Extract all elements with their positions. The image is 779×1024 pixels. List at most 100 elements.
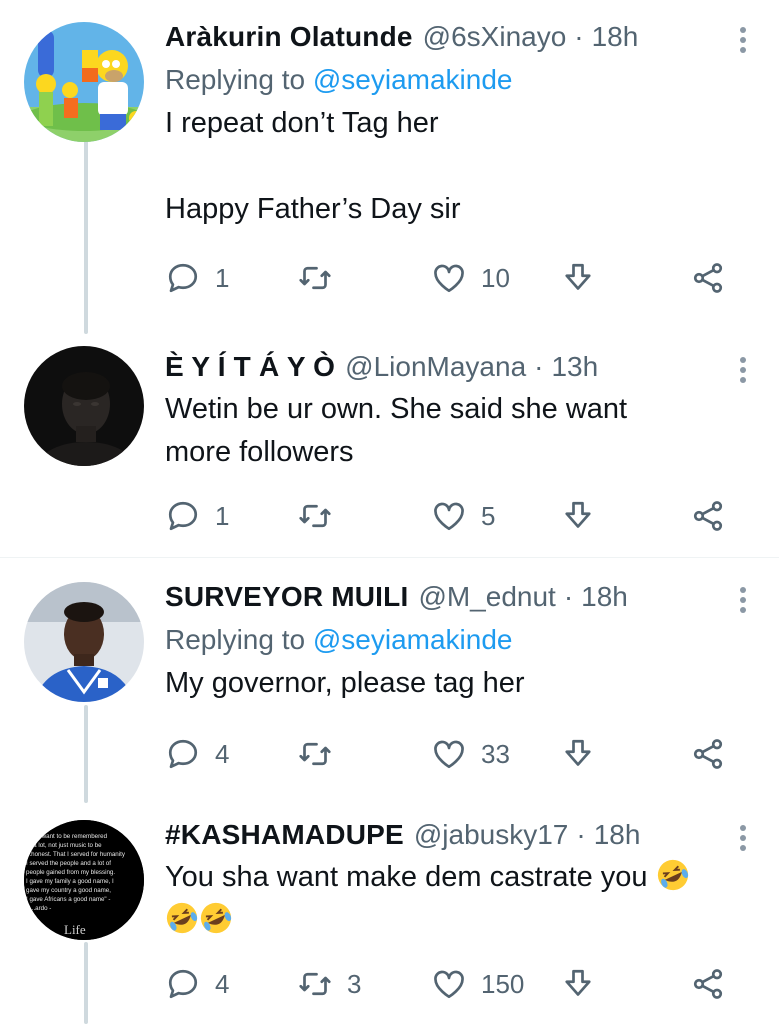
tweet-text: I repeat don’t Tag her Happy Father’s Da… [165, 102, 749, 231]
tweet-text-line: more followers [165, 436, 354, 468]
retweet-button[interactable] [297, 494, 333, 538]
like-count: 5 [481, 500, 496, 531]
retweet-icon [299, 266, 331, 290]
reply-button[interactable]: 1 [165, 494, 229, 538]
cartoon-family-avatar-icon [24, 22, 144, 142]
tweet-actions: 4 3 150 [165, 962, 735, 1006]
display-name[interactable]: SURVEYOR MUILI [165, 578, 408, 616]
more-options-icon[interactable] [737, 24, 749, 56]
more-options-icon[interactable] [737, 584, 749, 616]
tweet[interactable]: È Y Í T Á Y Ò @LionMayana · 13h Wetin be… [0, 330, 779, 556]
timestamp[interactable]: 13h [551, 348, 598, 386]
reply-count: 1 [215, 500, 230, 531]
reply-icon [168, 263, 198, 293]
retweet-icon [299, 742, 331, 766]
share-icon [693, 739, 723, 769]
like-button[interactable]: 33 [431, 732, 510, 776]
download-button[interactable] [560, 962, 596, 1006]
user-handle[interactable]: @LionMayana [345, 348, 526, 386]
avatar-quote-line: Life [64, 922, 86, 937]
tweet-text-line: I repeat don’t Tag her [165, 107, 439, 139]
heart-icon [434, 502, 464, 531]
like-button[interactable]: 5 [431, 494, 495, 538]
avatar-quote-line: ...a lot, not just music to be [28, 842, 102, 849]
download-arrow-icon [565, 263, 591, 290]
avatar-quote-line: ...ardo - [30, 905, 51, 912]
like-count: 33 [481, 738, 510, 769]
timestamp[interactable]: 18h [592, 18, 639, 56]
download-arrow-icon [565, 969, 591, 996]
like-button[interactable]: 10 [431, 256, 510, 300]
reply-count: 4 [215, 738, 230, 769]
rolling-laughing-emoji-icon [657, 859, 688, 891]
rolling-laughing-emoji-icon [166, 902, 198, 934]
user-handle[interactable]: @6sXinayo [423, 18, 567, 56]
tweet-text-line: Happy Father’s Day sir [165, 193, 461, 225]
user-handle[interactable]: @M_ednut [418, 578, 555, 616]
display-name[interactable]: È Y Í T Á Y Ò [165, 348, 335, 386]
avatar[interactable]: ...ld want to be remembered ...a lot, no… [24, 820, 144, 940]
mention-link[interactable]: @seyiamakinde [313, 624, 513, 655]
download-arrow-icon [565, 739, 591, 766]
reply-button[interactable]: 4 [165, 962, 229, 1006]
more-options-icon[interactable] [737, 354, 749, 386]
tweet-text: Wetin be ur own. She said she want more … [165, 388, 749, 474]
avatar-quote-line: ...ld want to be remembered [30, 833, 108, 840]
user-handle[interactable]: @jabusky17 [414, 816, 569, 854]
avatar-quote-line: gave my country a good name, [26, 887, 111, 894]
tweet[interactable]: SURVEYOR MUILI @M_ednut · 18h Replying t… [0, 558, 779, 798]
tweet[interactable]: ...ld want to be remembered ...a lot, no… [0, 798, 779, 1024]
tweet-text: My governor, please tag her [165, 662, 749, 705]
tweet-text: You sha want make dem castrate you [165, 856, 749, 942]
download-arrow-icon [565, 501, 591, 528]
replying-prefix: Replying to [165, 624, 306, 655]
like-count: 10 [481, 262, 510, 293]
download-button[interactable] [560, 494, 596, 538]
retweet-icon [299, 972, 331, 996]
display-name[interactable]: Aràkurin Olatunde [165, 18, 413, 56]
share-button[interactable] [690, 732, 726, 776]
avatar-quote-line: ...honest. That I served for humanity [26, 851, 126, 858]
avatar-quote-line: I served the people and a lot of [26, 860, 111, 867]
share-button[interactable] [690, 962, 726, 1006]
display-name[interactable]: #KASHAMADUPE [165, 816, 404, 854]
reply-button[interactable]: 4 [165, 732, 229, 776]
avatar-quote-line: I gave Africans a good name" - [26, 896, 110, 903]
retweet-button[interactable] [297, 732, 333, 776]
retweet-button[interactable]: 3 [297, 962, 361, 1006]
timestamp[interactable]: 18h [594, 816, 641, 854]
reply-icon [168, 739, 198, 769]
retweet-button[interactable] [297, 256, 333, 300]
avatar[interactable] [24, 22, 144, 142]
mention-link[interactable]: @seyiamakinde [313, 64, 513, 95]
tweet-actions: 4 33 [165, 732, 735, 776]
download-button[interactable] [560, 732, 596, 776]
avatar[interactable] [24, 582, 144, 702]
tweet-text-line: Wetin be ur own. She said she want [165, 393, 628, 425]
selfie-avatar-icon [24, 582, 144, 702]
share-button[interactable] [690, 494, 726, 538]
tweet[interactable]: Aràkurin Olatunde @6sXinayo · 18h Replyi… [0, 0, 779, 330]
reply-button[interactable]: 1 [165, 256, 229, 300]
separator-dot: · [576, 819, 586, 850]
dark-portrait-avatar-icon [24, 346, 144, 466]
share-icon [693, 969, 723, 999]
share-button[interactable] [690, 256, 726, 300]
like-button[interactable]: 150 [431, 962, 524, 1006]
timestamp[interactable]: 18h [581, 578, 628, 616]
separator-dot: · [534, 351, 544, 382]
share-icon [693, 263, 723, 293]
avatar-quote-line: I gave my family a good name, I [26, 878, 114, 885]
heart-icon [434, 970, 464, 999]
download-button[interactable] [560, 256, 596, 300]
reply-count: 4 [215, 968, 230, 999]
separator-dot: · [563, 581, 574, 612]
replying-to: Replying to @seyiamakinde [165, 60, 749, 100]
rolling-laughing-emoji-icon [200, 902, 232, 934]
more-options-icon[interactable] [737, 822, 749, 854]
avatar[interactable] [24, 346, 144, 466]
reply-icon [168, 501, 198, 531]
retweet-icon [299, 504, 331, 528]
retweet-count: 3 [347, 968, 362, 999]
heart-icon [434, 264, 464, 293]
